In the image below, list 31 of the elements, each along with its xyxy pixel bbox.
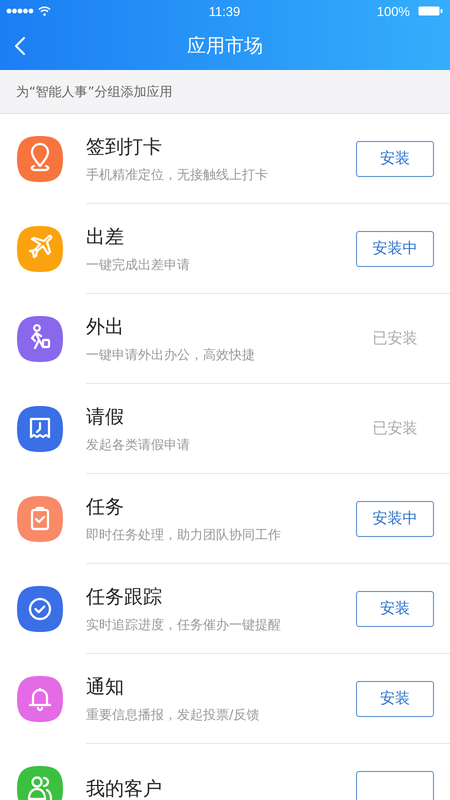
app-title: 任务 [86, 494, 125, 520]
signal-icon [6, 8, 34, 14]
app-title: 签到打卡 [86, 134, 163, 160]
app-description: 手机精准定位，无接触线上打卡 [86, 166, 269, 184]
app-title: 出差 [86, 224, 125, 250]
install-button[interactable]: 安装中 [356, 230, 434, 266]
battery-icon [418, 6, 443, 16]
app-description: 发起各类请假申请 [86, 436, 191, 454]
app-description: 一键申请外出办公，高效快捷 [86, 346, 256, 364]
app-title: 通知 [86, 674, 125, 700]
section-label: 为“智能人事”分组添加应用 [16, 84, 172, 100]
app-title: 外出 [86, 314, 125, 340]
app-description: 一键完成出差申请 [86, 256, 191, 274]
install-button[interactable]: 安装 [356, 680, 434, 716]
clock-time: 11:39 [208, 4, 240, 18]
back-icon [14, 36, 26, 56]
page-title: 应用市场 [187, 34, 263, 59]
app-title: 请假 [86, 404, 125, 430]
battery-percent: 100% [376, 4, 410, 18]
install-button[interactable] [356, 770, 434, 800]
app-description: 即时任务处理，助力团队协同工作 [86, 526, 282, 544]
installed-label: 已安装 [372, 329, 418, 348]
wifi-icon [38, 6, 51, 16]
app-title: 任务跟踪 [86, 584, 163, 610]
install-button[interactable]: 安装 [356, 590, 434, 626]
app-description: 实时追踪进度，任务催办一键提醒 [86, 616, 282, 634]
app-title: 我的客户 [86, 776, 163, 800]
install-button[interactable]: 安装 [356, 140, 434, 176]
installed-label: 已安装 [372, 419, 418, 438]
app-description: 重要信息播报，发起投票/反馈 [86, 706, 260, 724]
install-button[interactable]: 安装中 [356, 500, 434, 536]
